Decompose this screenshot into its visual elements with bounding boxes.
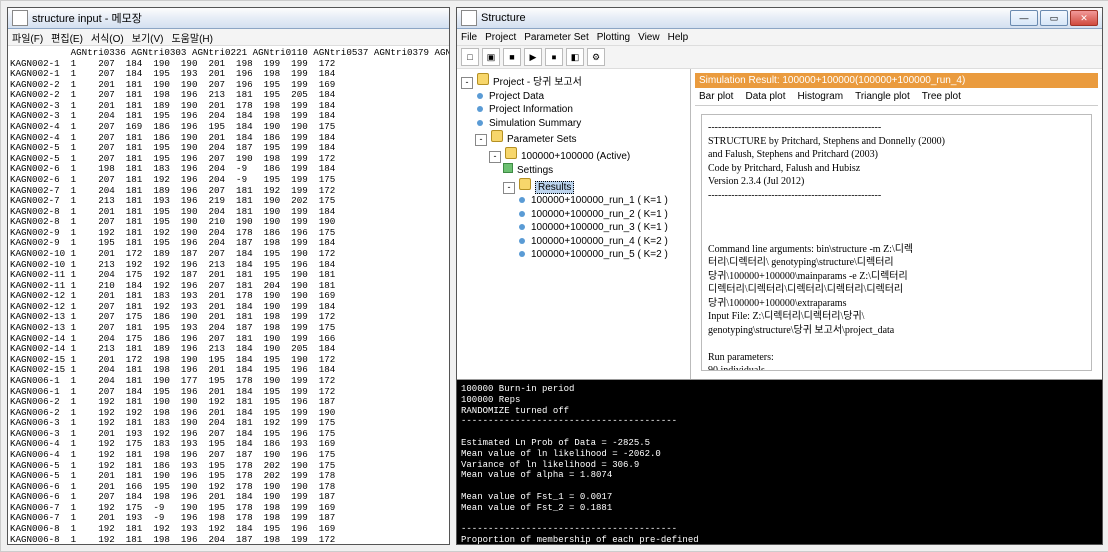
toolbar-save-icon[interactable]: ■ [503, 48, 521, 66]
maximize-button[interactable]: ▭ [1040, 10, 1068, 26]
toolbar-plot-icon[interactable]: ◧ [566, 48, 584, 66]
structure-menu-item[interactable]: Plotting [597, 32, 630, 43]
result-line: ----------------------------------------… [708, 121, 1085, 135]
result-tabs: Bar plot Data plot Histogram Triangle plot T… [695, 88, 1098, 106]
result-pane: Simulation Result: 100000+100000(100000+… [691, 69, 1102, 379]
result-line [708, 216, 1085, 230]
structure-icon [461, 10, 477, 26]
console-line: ---------------------------------------- [461, 416, 1098, 427]
console-line: Mean value of ln likelihood = -2062.0 [461, 449, 1098, 460]
tree-run[interactable]: 100000+100000_run_5 ( K=2 ) [517, 248, 686, 262]
structure-menu-item[interactable]: File [461, 32, 477, 43]
notepad-title: structure input - 메모장 [32, 10, 142, 26]
tree-active-set[interactable]: -100000+100000 (Active)Settings-Results1… [489, 147, 686, 262]
notepad-content[interactable]: AGNtri0336 AGNtri0303 AGNtri0221 AGNtri0… [8, 46, 449, 544]
console-line: ---------------------------------------- [461, 524, 1098, 535]
structure-menu-item[interactable]: Project [485, 32, 516, 43]
console-line: Mean value of Fst_1 = 0.0017 [461, 492, 1098, 503]
notepad-menu-item[interactable]: 편집(E) [51, 30, 83, 45]
result-line: Version 2.3.4 (Jul 2012) [708, 175, 1085, 189]
result-tab[interactable]: Tree plot [922, 91, 961, 102]
result-line [708, 337, 1085, 351]
structure-titlebar: Structure — ▭ ✕ [457, 8, 1102, 29]
console-line: Variance of ln likelihood = 306.9 [461, 460, 1098, 471]
result-line [708, 202, 1085, 216]
console-line: Mean value of alpha = 1.8074 [461, 470, 1098, 481]
console-output[interactable]: 100000 Burn-in period100000 RepsRANDOMIZ… [457, 380, 1102, 544]
result-tab[interactable]: Triangle plot [855, 91, 910, 102]
console-line: RANDOMIZE turned off [461, 406, 1098, 417]
result-line: 90 individuals [708, 364, 1085, 371]
data-row: KAGN002-6 1 207 181 192 196 204 -9 195 1… [10, 175, 447, 186]
notepad-menubar: 파일(F) 편집(E) 서식(O) 보기(V) 도움말(H) [8, 29, 449, 46]
notepad-menu-item[interactable]: 도움말(H) [171, 30, 212, 45]
tree-node[interactable]: Project Data [475, 90, 686, 104]
console-line: 100000 Reps [461, 395, 1098, 406]
close-button[interactable]: ✕ [1070, 10, 1098, 26]
tree-results[interactable]: -Results100000+100000_run_1 ( K=1 )10000… [503, 178, 686, 262]
minimize-button[interactable]: — [1010, 10, 1038, 26]
notepad-titlebar: structure input - 메모장 [8, 8, 449, 29]
toolbar-stop-icon[interactable]: ⏹ [545, 48, 563, 66]
notepad-menu-item[interactable]: 서식(O) [91, 30, 124, 45]
toolbar-open-icon[interactable]: ▣ [482, 48, 500, 66]
data-row: KAGN002-10 1 201 172 189 187 207 184 195… [10, 249, 447, 260]
data-row: KAGN006-1 1 204 181 190 177 195 178 190 … [10, 376, 447, 387]
console-line [461, 514, 1098, 525]
structure-title: Structure [481, 12, 526, 24]
result-line: 당귀\100000+100000\mainparams -e Z:\디렉터리 [708, 270, 1085, 284]
result-line: 디렉터리\디렉터리\디렉터리\디렉터리\디렉터리 [708, 283, 1085, 297]
toolbar-new-icon[interactable]: □ [461, 48, 479, 66]
structure-menubar: File Project Parameter Set Plotting View Help [457, 29, 1102, 46]
result-line: Run parameters: [708, 351, 1085, 365]
structure-window: Structure — ▭ ✕ File Project Parameter Set… [456, 7, 1103, 545]
project-tree[interactable]: -Project - 당귀 보고서 Project DataProject In… [457, 69, 691, 379]
data-row: KAGN006-4 1 192 181 198 196 207 187 190 … [10, 450, 447, 461]
result-line: STRUCTURE by Pritchard, Stephens and Don… [708, 135, 1085, 149]
tree-run[interactable]: 100000+100000_run_4 ( K=2 ) [517, 235, 686, 249]
notepad-menu-item[interactable]: 보기(V) [132, 30, 164, 45]
console-line: Proportion of membership of each pre-def… [461, 535, 1098, 544]
data-row: KAGN006-8 1 192 181 198 196 204 187 198 … [10, 535, 447, 544]
result-line: Code by Pritchard, Falush and Hubisz [708, 162, 1085, 176]
result-line: Command line arguments: bin\structure -m… [708, 243, 1085, 257]
notepad-window: structure input - 메모장 파일(F) 편집(E) 서식(O) 보기(… [7, 7, 450, 545]
tree-settings[interactable]: Settings [503, 163, 686, 178]
structure-menu-item[interactable]: View [638, 32, 660, 43]
result-text[interactable]: ----------------------------------------… [701, 114, 1092, 371]
result-header: Simulation Result: 100000+100000(100000+… [695, 73, 1098, 88]
result-line: genotyping\structure\당귀 보고서\project_data [708, 324, 1085, 338]
result-line: 당귀\100000+100000\extraparams [708, 297, 1085, 311]
console-line [461, 481, 1098, 492]
result-line: Input File: Z:\디렉터리\디렉터리\당귀\ [708, 310, 1085, 324]
tree-run[interactable]: 100000+100000_run_1 ( K=1 ) [517, 194, 686, 208]
console-line: Mean value of Fst_2 = 0.1881 [461, 503, 1098, 514]
structure-menu-item[interactable]: Parameter Set [524, 32, 588, 43]
notepad-menu-item[interactable]: 파일(F) [12, 30, 43, 45]
tree-project-root[interactable]: -Project - 당귀 보고서 Project DataProject In… [461, 73, 686, 262]
structure-toolbar: □ ▣ ■ ▶ ⏹ ◧ ⚙ [457, 46, 1102, 69]
result-line: and Falush, Stephens and Pritchard (2003… [708, 148, 1085, 162]
console-line: 100000 Burn-in period [461, 384, 1098, 395]
tree-paramsets[interactable]: -Parameter Sets-100000+100000 (Active)Se… [475, 130, 686, 262]
console-line: Estimated Ln Prob of Data = -2825.5 [461, 438, 1098, 449]
result-line: ----------------------------------------… [708, 189, 1085, 203]
tree-run[interactable]: 100000+100000_run_3 ( K=1 ) [517, 221, 686, 235]
data-row: KAGN006-8 1 192 181 192 193 192 184 195 … [10, 524, 447, 535]
console-line [461, 427, 1098, 438]
notepad-icon [12, 10, 28, 26]
column-header: AGNtri0336 AGNtri0303 AGNtri0221 AGNtri0… [10, 48, 447, 59]
tree-node[interactable]: Simulation Summary [475, 117, 686, 131]
structure-menu-item[interactable]: Help [668, 32, 689, 43]
tree-node[interactable]: Project Information [475, 103, 686, 117]
result-line [708, 229, 1085, 243]
result-tab[interactable]: Bar plot [699, 91, 733, 102]
result-line: 터리\디렉터리\ genotyping\structure\디렉터리 [708, 256, 1085, 270]
toolbar-run-icon[interactable]: ▶ [524, 48, 542, 66]
result-tab[interactable]: Data plot [745, 91, 785, 102]
toolbar-setting-icon[interactable]: ⚙ [587, 48, 605, 66]
tree-run[interactable]: 100000+100000_run_2 ( K=1 ) [517, 208, 686, 222]
result-tab[interactable]: Histogram [798, 91, 844, 102]
